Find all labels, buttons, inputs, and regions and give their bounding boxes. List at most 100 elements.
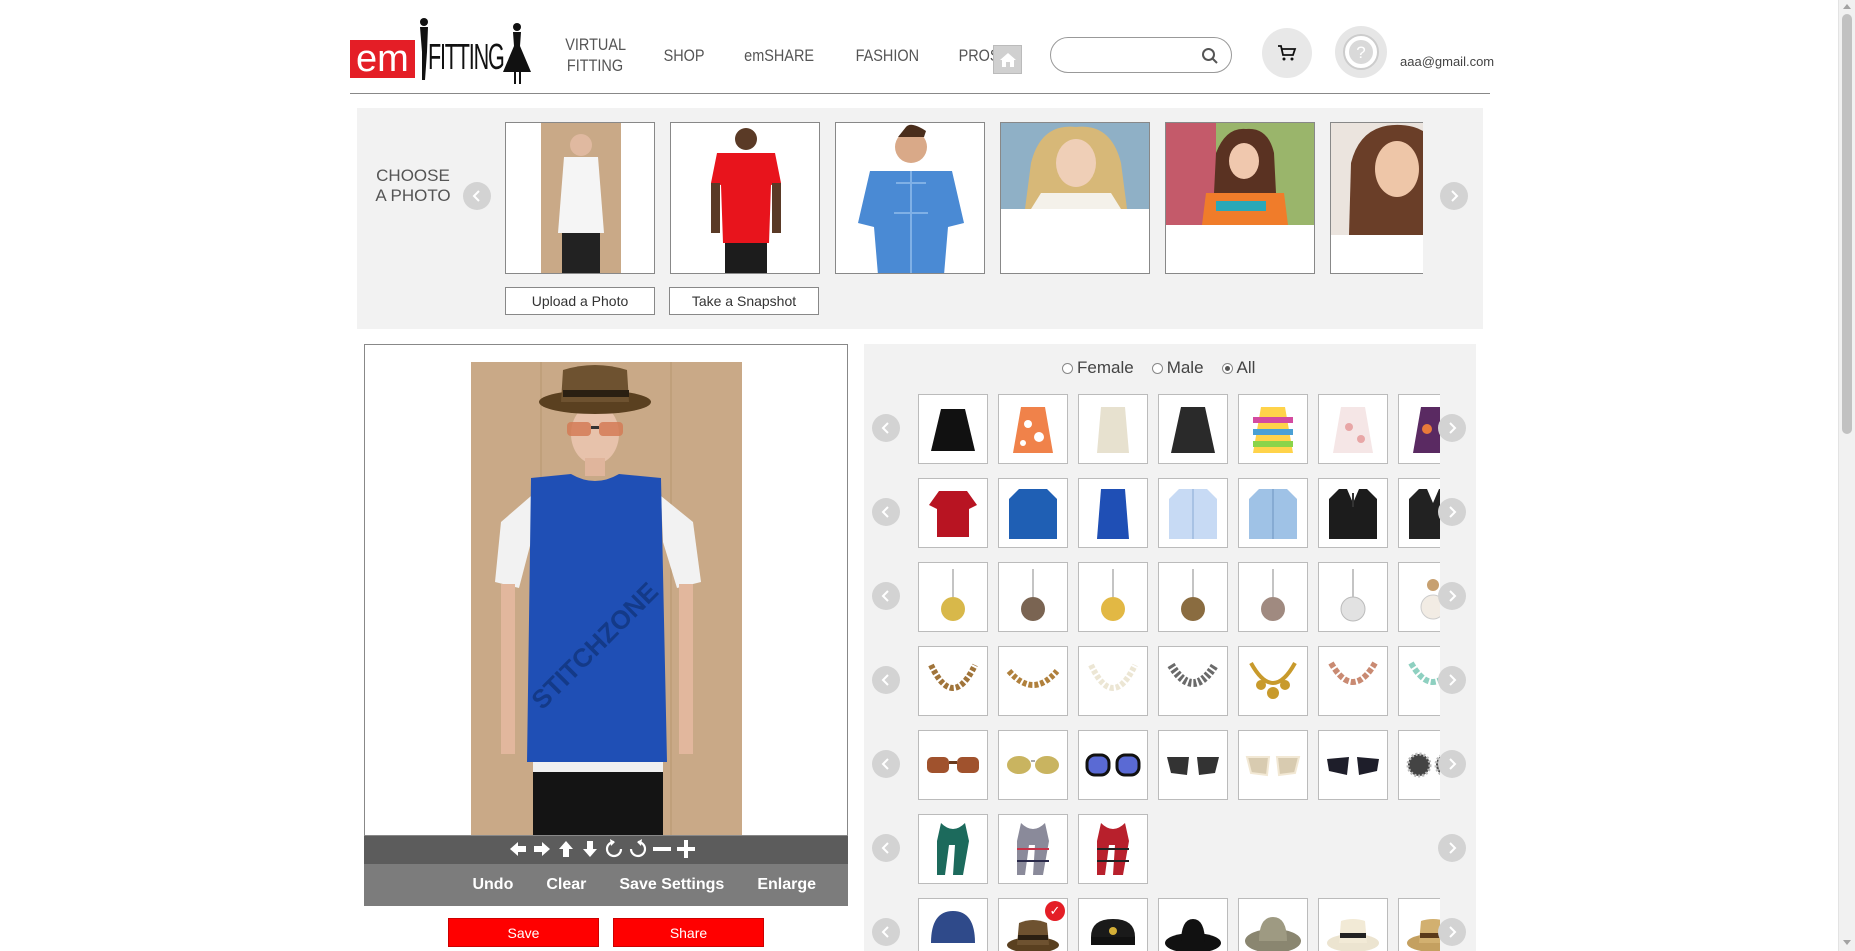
tops-prev-button[interactable] <box>872 498 900 526</box>
page-scrollbar[interactable] <box>1838 0 1855 951</box>
catalog-item[interactable] <box>1398 730 1440 800</box>
catalog-item[interactable] <box>918 730 988 800</box>
catalog-item[interactable] <box>998 478 1068 548</box>
catalog-item[interactable] <box>998 646 1068 716</box>
catalog-item[interactable] <box>1078 898 1148 951</box>
catalog-item[interactable] <box>1238 394 1308 464</box>
photo-thumb-woman-colorful[interactable] <box>1165 122 1315 274</box>
enlarge-button[interactable]: Enlarge <box>757 876 816 894</box>
scroll-down-arrow-icon[interactable] <box>1843 940 1851 945</box>
catalog-item[interactable] <box>1238 898 1308 951</box>
photo-thumb-man-blue-compression[interactable] <box>835 122 985 274</box>
catalog-item[interactable] <box>1318 898 1388 951</box>
catalog-item[interactable] <box>918 394 988 464</box>
nav-virtual-fitting[interactable]: VIRTUAL FITTING <box>565 34 626 76</box>
catalog-item[interactable] <box>1398 478 1440 548</box>
move-up-icon[interactable] <box>556 838 576 860</box>
radio-all[interactable] <box>1221 362 1233 374</box>
catalog-item[interactable] <box>1398 562 1440 632</box>
undo-button[interactable]: Undo <box>472 876 513 894</box>
catalog-item[interactable] <box>1158 562 1228 632</box>
catalog-item[interactable] <box>998 562 1068 632</box>
move-down-icon[interactable] <box>580 838 600 860</box>
cart-button[interactable] <box>1262 28 1312 78</box>
earrings-next-button[interactable] <box>1438 582 1466 610</box>
catalog-item[interactable] <box>998 394 1068 464</box>
earrings-prev-button[interactable] <box>872 582 900 610</box>
catalog-item[interactable] <box>1158 730 1228 800</box>
home-button[interactable] <box>993 45 1022 74</box>
catalog-item[interactable] <box>1238 562 1308 632</box>
move-right-icon[interactable] <box>532 838 552 860</box>
necklaces-prev-button[interactable] <box>872 666 900 694</box>
catalog-item[interactable] <box>1078 478 1148 548</box>
sunglasses-next-button[interactable] <box>1438 750 1466 778</box>
radio-female[interactable] <box>1062 362 1073 374</box>
radio-male[interactable] <box>1151 362 1163 374</box>
catalog-item[interactable] <box>998 730 1068 800</box>
catalog-item[interactable] <box>1238 646 1308 716</box>
catalog-item[interactable] <box>1318 646 1388 716</box>
catalog-item[interactable] <box>918 562 988 632</box>
catalog-item[interactable] <box>1318 730 1388 800</box>
save-button[interactable]: Save <box>448 918 599 947</box>
move-left-icon[interactable] <box>508 838 528 860</box>
skirts-prev-button[interactable] <box>872 414 900 442</box>
hats-next-button[interactable] <box>1438 918 1466 946</box>
catalog-item[interactable] <box>1078 646 1148 716</box>
user-avatar[interactable]: ? <box>1335 26 1387 78</box>
catalog-item[interactable] <box>1238 478 1308 548</box>
save-settings-button[interactable]: Save Settings <box>619 876 724 894</box>
catalog-item-selected[interactable]: ✓ <box>998 898 1068 951</box>
scrollbar-thumb[interactable] <box>1842 14 1852 434</box>
catalog-item[interactable] <box>1398 394 1440 464</box>
hats-prev-button[interactable] <box>872 918 900 946</box>
emfitting-logo[interactable]: em FITTING <box>350 16 531 86</box>
take-snapshot-button[interactable]: Take a Snapshot <box>669 287 819 315</box>
zoom-out-icon[interactable] <box>652 838 672 860</box>
upload-photo-button[interactable]: Upload a Photo <box>505 287 655 315</box>
scarves-next-button[interactable] <box>1438 834 1466 862</box>
skirts-next-button[interactable] <box>1438 414 1466 442</box>
zoom-in-icon[interactable] <box>676 838 696 860</box>
nav-emshare[interactable]: emSHARE <box>744 45 814 66</box>
filter-female[interactable]: Female <box>1062 358 1134 378</box>
catalog-item[interactable] <box>918 898 988 951</box>
photo-thumb-man-red-tee[interactable] <box>670 122 820 274</box>
catalog-item[interactable] <box>1158 646 1228 716</box>
scroll-up-arrow-icon[interactable] <box>1843 4 1851 9</box>
user-email[interactable]: aaa@gmail.com <box>1400 54 1494 69</box>
search-input[interactable] <box>1065 38 1205 72</box>
catalog-item[interactable] <box>918 478 988 548</box>
filter-male[interactable]: Male <box>1151 358 1204 378</box>
rotate-right-icon[interactable] <box>628 838 648 860</box>
catalog-item[interactable] <box>1318 562 1388 632</box>
search-icon[interactable] <box>1201 47 1219 65</box>
catalog-item[interactable] <box>998 814 1068 884</box>
fitting-preview-canvas[interactable]: STITCHZONE <box>364 344 848 836</box>
catalog-item[interactable] <box>1318 394 1388 464</box>
catalog-item[interactable] <box>918 646 988 716</box>
catalog-item[interactable] <box>1078 730 1148 800</box>
sunglasses-prev-button[interactable] <box>872 750 900 778</box>
scarves-prev-button[interactable] <box>872 834 900 862</box>
share-button[interactable]: Share <box>613 918 764 947</box>
necklaces-next-button[interactable] <box>1438 666 1466 694</box>
nav-shop[interactable]: SHOP <box>664 45 705 66</box>
catalog-item[interactable] <box>1158 898 1228 951</box>
catalog-item[interactable] <box>1158 394 1228 464</box>
catalog-item[interactable] <box>1158 478 1228 548</box>
tops-next-button[interactable] <box>1438 498 1466 526</box>
catalog-item[interactable] <box>1078 814 1148 884</box>
rotate-left-icon[interactable] <box>604 838 624 860</box>
photo-thumb-woman-brunette[interactable] <box>1330 122 1423 274</box>
catalog-item[interactable] <box>918 814 988 884</box>
catalog-item[interactable] <box>1078 562 1148 632</box>
photo-prev-button[interactable] <box>463 182 491 210</box>
photo-thumb-man-white-tee[interactable] <box>505 122 655 274</box>
photo-next-button[interactable] <box>1440 182 1468 210</box>
catalog-item[interactable] <box>1238 730 1308 800</box>
photo-thumb-woman-blonde[interactable] <box>1000 122 1150 274</box>
nav-fashion[interactable]: FASHION <box>856 45 919 66</box>
clear-button[interactable]: Clear <box>546 876 586 894</box>
